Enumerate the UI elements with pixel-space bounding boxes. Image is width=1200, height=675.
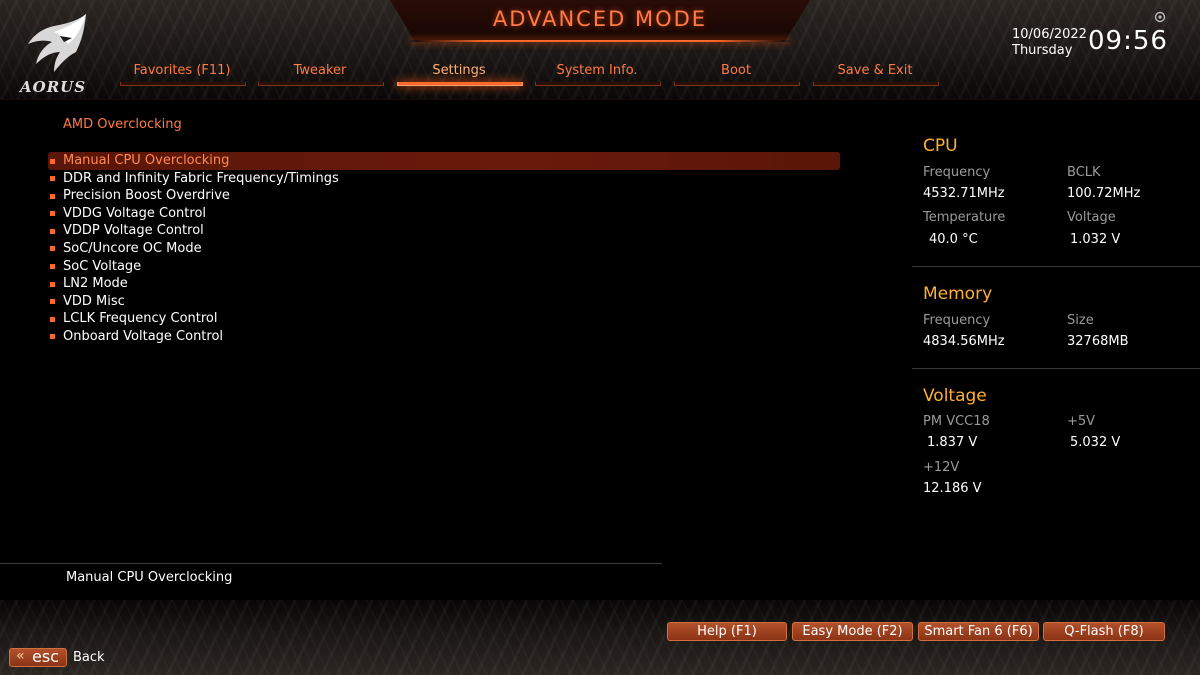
cpu-temperature-label: Temperature (923, 210, 1006, 225)
help-button[interactable]: Help (F1) (667, 622, 787, 641)
settings-menu: Manual CPU Overclocking DDR and Infinity… (48, 152, 840, 346)
menu-item-lclk-frequency-control[interactable]: LCLK Frequency Control (48, 310, 840, 328)
bullet-square-icon (50, 281, 55, 287)
page-title: ADVANCED MODE (492, 7, 708, 31)
help-divider (0, 563, 662, 564)
menu-item-label: VDD Misc (63, 293, 125, 309)
menu-item-label: LN2 Mode (63, 276, 128, 292)
tab-favorites[interactable]: Favorites (F11) (120, 62, 246, 86)
menu-item-soc-uncore-oc-mode[interactable]: SoC/Uncore OC Mode (48, 240, 840, 258)
menu-item-onboard-voltage-control[interactable]: Onboard Voltage Control (48, 328, 840, 346)
back-label: Back (73, 650, 105, 665)
bullet-square-icon (50, 334, 55, 340)
aorus-logo-text: AORUS (20, 78, 87, 96)
bullet-square-icon (50, 246, 55, 252)
memory-frequency-value: 4834.56MHz (923, 334, 1005, 349)
bullet-square-icon (50, 299, 55, 305)
menu-item-ln2-mode[interactable]: LN2 Mode (48, 275, 840, 293)
menu-item-label: Onboard Voltage Control (63, 328, 224, 344)
bullet-square-icon (50, 264, 55, 270)
menu-item-manual-cpu-overclocking[interactable]: Manual CPU Overclocking (48, 152, 840, 170)
cpu-voltage-label: Voltage (1067, 210, 1116, 225)
tab-boot[interactable]: Boot (674, 62, 800, 86)
tab-label: System Info. (556, 63, 638, 78)
bullet-square-icon (50, 158, 55, 164)
memory-heading: Memory (923, 284, 993, 304)
bullet-square-icon (50, 228, 55, 234)
title-glow (410, 40, 790, 42)
tab-save-exit[interactable]: Save & Exit (813, 62, 939, 86)
menu-item-label: VDDP Voltage Control (63, 223, 204, 239)
esc-label: esc (32, 647, 59, 666)
menu-item-ddr-infinity-fabric[interactable]: DDR and Infinity Fabric Frequency/Timing… (48, 170, 840, 188)
panel-divider (912, 266, 1200, 267)
bullet-square-icon (50, 316, 55, 322)
menu-item-label: Manual CPU Overclocking (63, 153, 230, 168)
tab-settings[interactable]: Settings (397, 62, 523, 86)
tab-label: Favorites (F11) (133, 63, 231, 78)
cpu-frequency-label: Frequency (923, 165, 991, 180)
menu-item-label: DDR and Infinity Fabric Frequency/Timing… (63, 170, 339, 186)
menu-item-vdd-misc[interactable]: VDD Misc (48, 293, 840, 311)
bclk-label: BCLK (1067, 165, 1101, 180)
aorus-eagle-icon (28, 14, 86, 72)
tab-system-info[interactable]: System Info. (535, 62, 661, 86)
tab-label: Boot (721, 63, 751, 78)
menu-item-vddg-voltage-control[interactable]: VDDG Voltage Control (48, 205, 840, 223)
help-description: Manual CPU Overclocking (66, 570, 233, 585)
tab-label: Save & Exit (837, 63, 913, 78)
voltage-heading: Voltage (923, 386, 987, 406)
cpu-voltage-value: 1.032 V (1070, 232, 1121, 247)
cpu-temperature-value: 40.0 °C (929, 232, 978, 247)
memory-frequency-label: Frequency (923, 313, 991, 328)
esc-button[interactable]: « esc (9, 647, 67, 667)
easy-mode-button[interactable]: Easy Mode (F2) (792, 622, 913, 641)
bullet-square-icon (50, 176, 55, 182)
menu-item-precision-boost-overdrive[interactable]: Precision Boost Overdrive (48, 187, 840, 205)
clock-time: 09:56 (1088, 26, 1168, 56)
panel-divider (912, 368, 1200, 369)
menu-item-label: SoC/Uncore OC Mode (63, 240, 202, 256)
plus-5v-value: 5.032 V (1070, 435, 1121, 450)
menu-item-label: Precision Boost Overdrive (63, 188, 230, 204)
memory-size-label: Size (1067, 313, 1094, 328)
cpu-heading: CPU (923, 136, 958, 156)
tab-tweaker[interactable]: Tweaker (258, 62, 384, 86)
q-flash-button[interactable]: Q-Flash (F8) (1043, 622, 1165, 641)
menu-item-soc-voltage[interactable]: SoC Voltage (48, 258, 840, 276)
plus-12v-value: 12.186 V (923, 481, 982, 496)
tab-label: Settings (432, 63, 486, 78)
date-text: 10/06/2022 (1012, 27, 1087, 42)
memory-size-value: 32768MB (1067, 334, 1129, 349)
weekday-text: Thursday (1012, 43, 1073, 58)
smart-fan-button[interactable]: Smart Fan 6 (F6) (918, 622, 1039, 641)
menu-item-label: LCLK Frequency Control (63, 311, 218, 327)
menu-item-label: VDDG Voltage Control (63, 205, 207, 221)
bullet-square-icon (50, 193, 55, 199)
header-bar: ADVANCED MODE AORUS 10/06/2022 Thursday … (0, 0, 1200, 100)
bullet-square-icon (50, 211, 55, 217)
cpu-frequency-value: 4532.71MHz (923, 186, 1005, 201)
gear-icon[interactable] (1154, 11, 1166, 23)
esc-arrows-icon: « (16, 648, 25, 664)
tab-label: Tweaker (293, 63, 347, 78)
pm-vcc18-label: PM VCC18 (923, 414, 990, 429)
section-title: AMD Overclocking (63, 117, 182, 132)
menu-item-vddp-voltage-control[interactable]: VDDP Voltage Control (48, 222, 840, 240)
bclk-value: 100.72MHz (1067, 186, 1141, 201)
date-display: 10/06/2022 Thursday (1012, 27, 1088, 59)
pm-vcc18-value: 1.837 V (927, 435, 978, 450)
plus-12v-label: +12V (923, 460, 960, 475)
menu-item-label: SoC Voltage (63, 258, 142, 274)
plus-5v-label: +5V (1067, 414, 1096, 429)
